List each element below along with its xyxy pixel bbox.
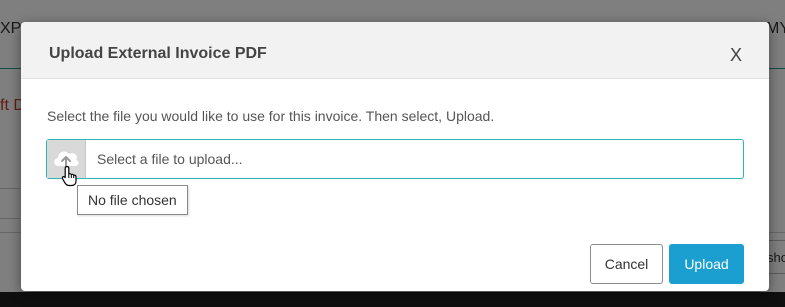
cancel-button[interactable]: Cancel — [590, 244, 663, 284]
file-upload-field[interactable]: Select a file to upload... — [46, 139, 744, 179]
dialog-instruction: Select the file you would like to use fo… — [47, 108, 495, 124]
upload-button[interactable]: Upload — [669, 244, 744, 284]
upload-invoice-dialog: Upload External Invoice PDF X Select the… — [21, 22, 769, 291]
dialog-header: Upload External Invoice PDF X — [21, 22, 769, 79]
dialog-title: Upload External Invoice PDF — [49, 45, 267, 62]
no-file-tooltip: No file chosen — [77, 185, 188, 215]
file-placeholder-text: Select a file to upload... — [97, 151, 243, 167]
close-button[interactable]: X — [725, 44, 747, 66]
